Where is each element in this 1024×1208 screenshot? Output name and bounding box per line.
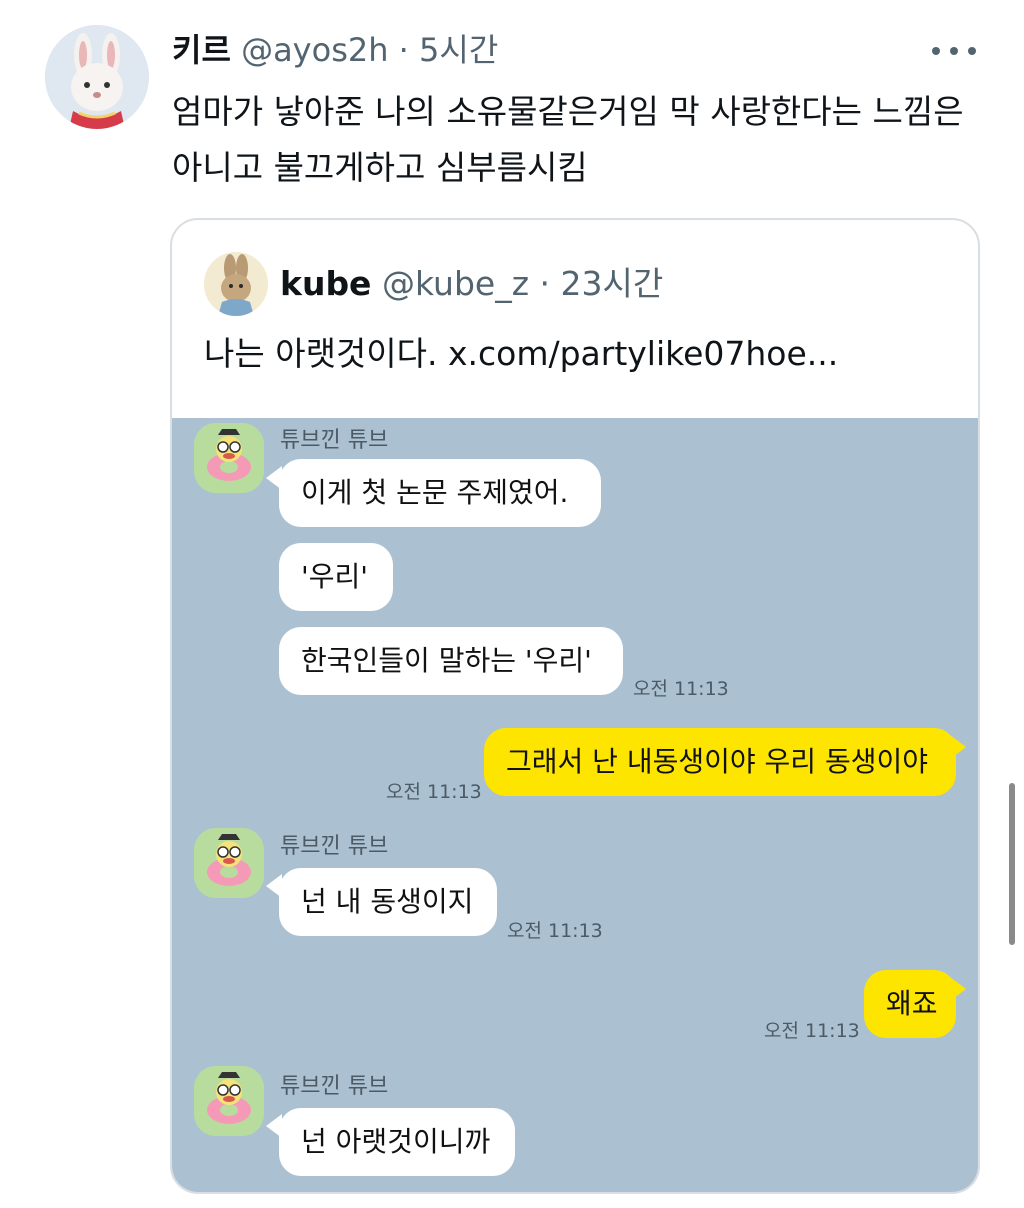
author-avatar[interactable] xyxy=(45,25,149,129)
more-horizontal-icon[interactable] xyxy=(932,36,976,66)
message-bubble[interactable]: 그래서 난 내동생이야 우리 동생이야 xyxy=(484,728,956,796)
quoted-tweet-time[interactable]: 23시간 xyxy=(561,264,664,303)
message-time: 오전 11:13 xyxy=(633,678,729,700)
message-bubble[interactable]: 왜죠 xyxy=(864,970,956,1038)
author-name[interactable]: 키르 xyxy=(172,31,231,69)
message-bubble[interactable]: '우리' xyxy=(279,543,393,611)
quoted-tweet-header: kube @kube_z · 23시간 xyxy=(280,260,663,308)
rabbit-avatar-icon xyxy=(204,252,268,316)
bubble-tail xyxy=(950,735,966,759)
message-bubble[interactable]: 한국인들이 말하는 '우리' xyxy=(279,627,623,695)
separator-dot: · xyxy=(539,264,551,303)
quoted-author-avatar[interactable] xyxy=(204,252,268,316)
quoted-tweet-text: 나는 아랫것이다. x.com/partylike07hoe... xyxy=(204,334,839,373)
author-handle[interactable]: @ayos2h xyxy=(241,31,388,69)
quoted-tweet[interactable]: kube @kube_z · 23시간 나는 아랫것이다. x.com/part… xyxy=(170,218,980,1194)
quoted-author-name[interactable]: kube xyxy=(280,264,371,303)
sender-name: 튜브낀 튜브 xyxy=(280,834,389,859)
message-bubble[interactable]: 넌 내 동생이지 xyxy=(279,868,497,936)
scrollbar[interactable] xyxy=(1009,783,1015,945)
separator-dot: · xyxy=(398,31,409,69)
frog-avatar-icon xyxy=(194,828,264,898)
message-time: 오전 11:13 xyxy=(764,1020,860,1042)
sender-name: 튜브낀 튜브 xyxy=(280,1074,389,1099)
tweet-header: 키르 @ayos2h · 5시간 xyxy=(172,28,498,72)
message-bubble[interactable]: 넌 아랫것이니까 xyxy=(279,1108,515,1176)
bunny-avatar-icon xyxy=(45,25,149,129)
frog-avatar-icon xyxy=(194,1066,264,1136)
tweet-text: 엄마가 낳아준 나의 소유물같은거임 막 사랑한다는 느낌은 아니고 불끄게하고… xyxy=(172,92,964,187)
message-time: 오전 11:13 xyxy=(386,781,482,803)
bubble-tail xyxy=(950,977,966,1001)
frog-avatar-icon xyxy=(194,423,264,493)
sender-name: 튜브낀 튜브 xyxy=(280,428,389,453)
message-time: 오전 11:13 xyxy=(507,920,603,942)
tweet-time[interactable]: 5시간 xyxy=(419,31,498,69)
quoted-author-handle[interactable]: @kube_z xyxy=(382,264,529,303)
chat-screenshot[interactable]: 튜브낀 튜브 이게 첫 논문 주제였어. '우리' 한국인들이 말하는 '우리'… xyxy=(172,418,978,1192)
message-bubble[interactable]: 이게 첫 논문 주제였어. xyxy=(279,459,601,527)
